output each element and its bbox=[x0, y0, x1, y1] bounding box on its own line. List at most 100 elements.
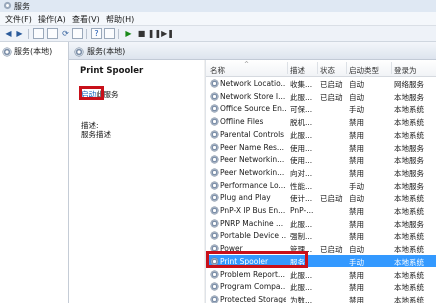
column-divider[interactable] bbox=[317, 62, 318, 74]
service-name-cell: Peer Networkin... bbox=[220, 155, 285, 165]
service-description-cell: 向对... bbox=[290, 168, 313, 178]
service-gear-icon bbox=[211, 156, 218, 164]
menu-bar: 文件(F) 操作(A) 查看(V) 帮助(H) bbox=[0, 12, 436, 26]
menu-view[interactable]: 查看(V) bbox=[72, 14, 100, 25]
service-row[interactable]: Performance Lo... 性能... 手动 本地服务 bbox=[206, 179, 436, 192]
service-gear-icon bbox=[211, 283, 218, 291]
column-divider[interactable] bbox=[287, 62, 288, 74]
service-description-cell: 为数... bbox=[290, 295, 313, 303]
service-startup-type-cell: 禁用 bbox=[349, 143, 364, 153]
service-description-cell: PnP-... bbox=[290, 206, 314, 215]
service-logon-cell: 本地系统 bbox=[394, 118, 424, 128]
service-name-cell: Offline Files bbox=[220, 117, 264, 127]
service-name-cell: Portable Device ... bbox=[220, 231, 286, 241]
tree-node-services-local[interactable]: 服务(本地) bbox=[3, 46, 52, 57]
stop-service-icon[interactable]: ■ bbox=[136, 28, 147, 39]
service-description-cell: 收集... bbox=[290, 80, 313, 89]
show-tree-icon[interactable] bbox=[33, 28, 44, 39]
column-header-logon-as[interactable]: 登录为 bbox=[394, 65, 417, 76]
service-logon-cell: 本地服务 bbox=[394, 181, 424, 191]
service-logon-cell: 本地系统 bbox=[394, 232, 424, 242]
service-name-cell: Peer Networkin... bbox=[220, 167, 285, 177]
service-row[interactable]: Network Store I... 此服... 已启动 自动 本地服务 bbox=[206, 90, 436, 103]
export-list-icon[interactable] bbox=[72, 28, 83, 39]
service-gear-icon bbox=[211, 295, 218, 303]
service-name-cell: PNRP Machine ... bbox=[220, 218, 284, 228]
tree-node-label: 服务(本地) bbox=[14, 47, 53, 56]
pause-service-icon[interactable]: ❚❚ bbox=[148, 28, 161, 39]
service-row[interactable]: Protected Storage 为数... 禁用 本地系统 bbox=[206, 293, 436, 303]
service-row[interactable]: PNRP Machine ... 此服... 禁用 本地服务 bbox=[206, 217, 436, 230]
service-status-cell: 已启动 bbox=[320, 194, 343, 204]
column-header-name[interactable]: 名称 bbox=[210, 65, 225, 76]
highlight-box-print-spooler bbox=[206, 251, 308, 268]
service-description-cell: 此服... bbox=[290, 270, 313, 280]
column-header-description[interactable]: 描述 bbox=[290, 65, 305, 76]
service-logon-cell: 本地服务 bbox=[394, 219, 424, 229]
service-row[interactable]: Peer Networkin... 向对... 禁用 本地服务 bbox=[206, 166, 436, 179]
service-row[interactable]: Parental Controls 此服... 禁用 本地系统 bbox=[206, 128, 436, 141]
service-name-cell: Performance Lo... bbox=[220, 180, 286, 190]
service-row[interactable]: PnP-X IP Bus En... PnP-... 禁用 本地系统 bbox=[206, 204, 436, 217]
console-icon[interactable] bbox=[104, 28, 115, 39]
menu-file[interactable]: 文件(F) bbox=[5, 14, 32, 25]
refresh-icon[interactable]: ⟳ bbox=[60, 28, 71, 39]
service-row[interactable]: Peer Name Res... 使用... 禁用 本地服务 bbox=[206, 141, 436, 154]
service-gear-icon bbox=[211, 270, 218, 278]
service-startup-type-cell: 禁用 bbox=[349, 270, 364, 280]
column-header-startup-type[interactable]: 启动类型 bbox=[349, 65, 379, 76]
service-logon-cell: 本地系统 bbox=[394, 283, 424, 293]
restart-service-icon[interactable]: ▶❚ bbox=[161, 28, 174, 39]
forward-arrow-icon[interactable]: ▶ bbox=[14, 28, 25, 39]
service-row[interactable]: Office Source En... 可保... 手动 本地系统 bbox=[206, 102, 436, 115]
properties-icon[interactable] bbox=[47, 28, 58, 39]
column-divider[interactable] bbox=[391, 62, 392, 74]
menu-action[interactable]: 操作(A) bbox=[38, 14, 66, 25]
service-startup-type-cell: 禁用 bbox=[349, 283, 364, 293]
service-description-cell: 脱机... bbox=[290, 118, 313, 128]
service-description-cell: 此服... bbox=[290, 283, 313, 293]
service-gear-icon bbox=[211, 80, 218, 87]
service-row[interactable]: Network Locatio... 收集... 已启动 自动 网络服务 bbox=[206, 77, 436, 90]
window-title: 服务 bbox=[14, 2, 30, 11]
service-row[interactable]: Program Compa... 此服... 禁用 本地系统 bbox=[206, 280, 436, 293]
service-row[interactable]: Offline Files 脱机... 禁用 本地系统 bbox=[206, 115, 436, 128]
title-bar: 服务 bbox=[0, 0, 436, 12]
pane-header: 服务(本地) bbox=[69, 42, 436, 60]
service-description-cell: 性能... bbox=[290, 181, 313, 191]
column-header-status[interactable]: 状态 bbox=[320, 65, 335, 76]
services-gear-icon bbox=[75, 47, 83, 56]
service-name-cell: Program Compa... bbox=[220, 282, 286, 292]
start-service-icon[interactable]: ▶ bbox=[123, 28, 134, 39]
service-startup-type-cell: 自动 bbox=[349, 194, 364, 204]
service-logon-cell: 本地系统 bbox=[394, 105, 424, 115]
back-arrow-icon[interactable]: ◀ bbox=[3, 28, 14, 39]
service-logon-cell: 本地系统 bbox=[394, 207, 424, 216]
service-status-cell: 已启动 bbox=[320, 92, 343, 102]
service-startup-type-cell: 手动 bbox=[349, 105, 364, 115]
service-startup-type-cell: 自动 bbox=[349, 92, 364, 102]
service-gear-icon bbox=[211, 181, 218, 189]
highlight-box-start-link bbox=[79, 86, 104, 100]
service-row[interactable]: Plug and Play 使计... 已启动 自动 本地系统 bbox=[206, 191, 436, 204]
toolbar-divider bbox=[86, 29, 87, 39]
service-description-cell: 此服... bbox=[290, 92, 313, 102]
service-startup-type-cell: 手动 bbox=[349, 257, 364, 267]
service-name-cell: Network Store I... bbox=[220, 91, 286, 101]
help-icon[interactable]: ? bbox=[91, 28, 102, 39]
service-row[interactable]: Peer Networkin... 使用... 禁用 本地服务 bbox=[206, 153, 436, 166]
service-description-cell: 使用... bbox=[290, 143, 313, 153]
service-row[interactable]: Problem Report... 此服... 禁用 本地系统 bbox=[206, 268, 436, 281]
service-startup-type-cell: 禁用 bbox=[349, 207, 364, 216]
column-divider[interactable] bbox=[346, 62, 347, 74]
service-gear-icon bbox=[211, 105, 218, 113]
service-gear-icon bbox=[211, 207, 218, 214]
menu-help[interactable]: 帮助(H) bbox=[106, 14, 134, 25]
pane-header-title: 服务(本地) bbox=[87, 47, 126, 56]
service-startup-type-cell: 禁用 bbox=[349, 168, 364, 178]
service-description-cell: 使计... bbox=[290, 194, 313, 204]
sort-caret-icon: ^ bbox=[244, 61, 250, 68]
service-gear-icon bbox=[211, 219, 218, 227]
service-logon-cell: 本地系统 bbox=[394, 130, 424, 140]
service-row[interactable]: Portable Device ... 强制... 禁用 本地系统 bbox=[206, 229, 436, 242]
